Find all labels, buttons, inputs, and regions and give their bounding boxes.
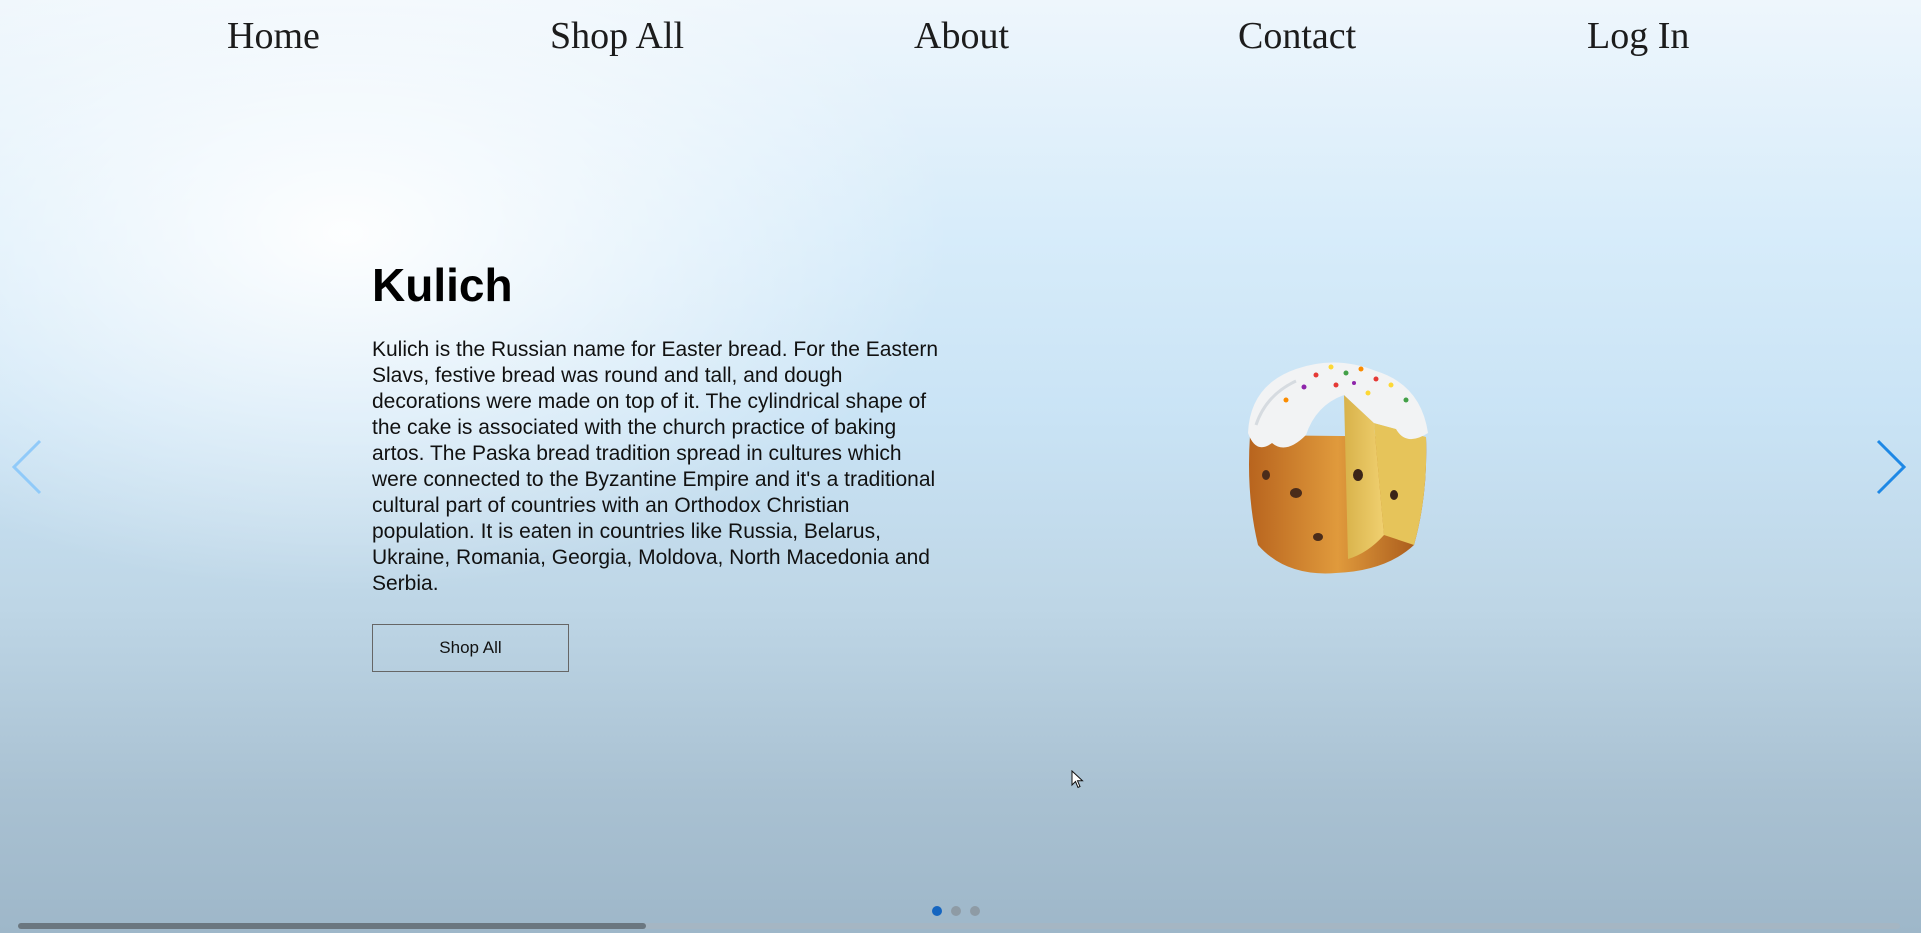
nav-about-link[interactable]: About	[914, 14, 1009, 58]
carousel-dot-1[interactable]	[932, 906, 942, 916]
mouse-cursor-icon	[1071, 770, 1084, 789]
slide-title: Kulich	[372, 259, 513, 311]
carousel-dot-3[interactable]	[970, 906, 980, 916]
kulich-cake-image	[1248, 362, 1428, 574]
carousel-dot-2[interactable]	[951, 906, 961, 916]
horizontal-scrollbar[interactable]	[18, 923, 1900, 929]
nav-home-link[interactable]: Home	[227, 14, 320, 58]
nav-login-link[interactable]: Log In	[1587, 14, 1689, 58]
shop-all-button[interactable]: Shop All	[372, 624, 569, 672]
chevron-right-icon[interactable]	[1870, 437, 1910, 497]
slide-description: Kulich is the Russian name for Easter br…	[372, 338, 939, 595]
nav-shop-all-link[interactable]: Shop All	[550, 14, 684, 58]
carousel-dots	[932, 906, 980, 916]
main-nav: Home Shop All About Contact Log In	[0, 0, 1921, 80]
nav-contact-link[interactable]: Contact	[1238, 14, 1356, 58]
chevron-left-icon[interactable]	[8, 437, 48, 497]
scrollbar-thumb[interactable]	[18, 923, 646, 929]
